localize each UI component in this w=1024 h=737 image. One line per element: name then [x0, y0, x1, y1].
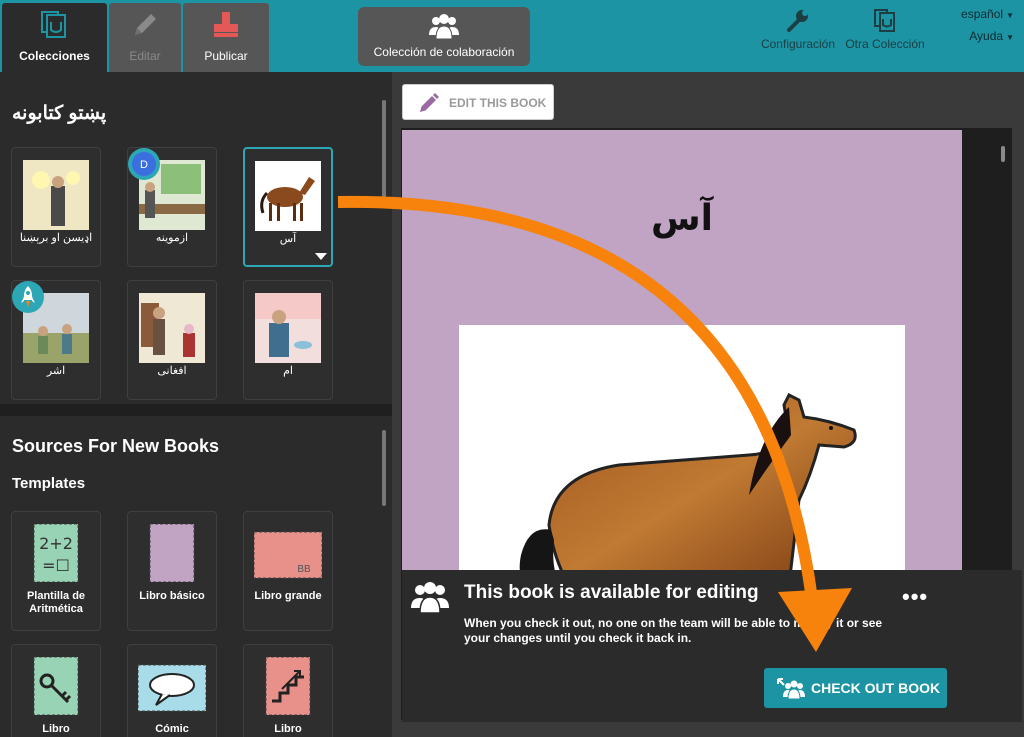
svg-text:BB: BB — [297, 564, 311, 575]
publish-icon — [214, 12, 238, 37]
collection-title: پښتو کتابونه — [12, 103, 107, 124]
check-out-book-button[interactable]: CHECK OUT BOOK — [764, 668, 947, 708]
collection-scrollbar[interactable] — [382, 100, 386, 200]
svg-text:=☐: =☐ — [42, 556, 70, 575]
rocket-icon — [12, 281, 44, 313]
book-thumbnail — [255, 161, 321, 231]
book-card[interactable]: افغانی — [127, 280, 217, 400]
book-card[interactable]: اډيسن او برېښنا — [11, 147, 101, 267]
checkout-title: This book is available for editing — [464, 582, 759, 603]
tab-publish-label: Publicar — [204, 49, 248, 63]
team-checkout-icon — [777, 678, 805, 699]
more-options-icon[interactable]: ••• — [902, 584, 928, 610]
book-cover-image — [459, 325, 905, 575]
book-menu-icon[interactable] — [315, 253, 327, 260]
template-card[interactable]: Libro básico — [127, 511, 217, 631]
collaboration-label: Colección de colaboración — [373, 45, 515, 59]
tab-edit[interactable]: Editar — [109, 3, 181, 72]
book-cover-page: آس — [402, 130, 962, 575]
checkout-description: When you check it out, no one on the tea… — [464, 616, 883, 645]
pencil-icon — [135, 14, 156, 35]
book-label: آس — [279, 233, 297, 245]
book-thumbnail — [23, 160, 89, 230]
checkout-panel: This book is available for editing When … — [402, 570, 1022, 722]
chevron-down-icon: ▼ — [1006, 33, 1014, 42]
pencil-icon — [420, 93, 439, 112]
pane-divider[interactable] — [0, 404, 392, 416]
template-card[interactable]: Libro — [243, 644, 333, 737]
preview-scrollbar[interactable] — [1001, 146, 1005, 162]
edit-this-book-button[interactable]: EDIT THIS BOOK — [402, 84, 554, 120]
settings-button[interactable]: Configuración — [758, 8, 838, 51]
chevron-down-icon: ▼ — [1006, 11, 1014, 20]
big-book-thumbnail: BB — [254, 531, 322, 579]
top-toolbar: Colecciones Editar Publicar Colección de… — [0, 0, 1024, 72]
help-menu[interactable]: Ayuda ▼ — [969, 29, 1014, 43]
book-label: اډيسن او برېښنا — [19, 232, 93, 244]
template-card[interactable]: BB Libro grande — [243, 511, 333, 631]
horse-illustration — [519, 392, 857, 575]
book-thumbnail — [139, 293, 205, 363]
book-label: افغانی — [157, 365, 187, 377]
svg-text:2+2: 2+2 — [39, 534, 73, 553]
check-out-book-label: CHECK OUT BOOK — [811, 680, 941, 696]
key-icon — [33, 657, 79, 715]
book-card-selected[interactable]: آس — [243, 147, 333, 267]
template-card[interactable]: 2+2 =☐ Plantilla de Aritmética — [11, 511, 101, 631]
template-card[interactable]: Cómic — [127, 644, 217, 737]
collaboration-collection-button[interactable]: Colección de colaboración — [358, 7, 530, 66]
book-preview-pane: EDIT THIS BOOK آس This book is available… — [392, 72, 1024, 737]
collections-icon — [40, 11, 66, 38]
template-label: Libro — [42, 723, 70, 735]
template-label: Plantilla de Aritmética — [26, 590, 86, 615]
book-label: ام — [283, 365, 293, 377]
wrench-icon — [787, 10, 808, 32]
tab-collections[interactable]: Colecciones — [2, 3, 107, 72]
team-icon — [411, 582, 449, 614]
team-icon — [429, 14, 459, 40]
collections-pane: پښتو کتابونه اډيسن او برېښنا ازموينه آس … — [0, 72, 392, 737]
language-label: español — [961, 7, 1004, 21]
templates-heading: Templates — [12, 475, 86, 492]
settings-label: Configuración — [760, 37, 836, 51]
bloom-app-window: Colecciones Editar Publicar Colección de… — [0, 0, 1024, 737]
other-collection-button[interactable]: Otra Colección — [844, 8, 926, 51]
tab-publish[interactable]: Publicar — [183, 3, 269, 72]
avatar-initial: D — [140, 159, 148, 171]
collections-icon — [874, 9, 895, 32]
book-thumbnail — [255, 293, 321, 363]
template-card[interactable]: Libro — [11, 644, 101, 737]
help-label: Ayuda — [969, 29, 1004, 43]
arithmetic-template-thumbnail: 2+2 =☐ — [33, 524, 79, 582]
edit-this-book-label: EDIT THIS BOOK — [449, 96, 547, 110]
book-label: ازموينه — [155, 232, 189, 244]
stairs-icon — [265, 657, 311, 715]
language-select[interactable]: español ▼ — [961, 7, 1014, 21]
tab-edit-label: Editar — [129, 49, 161, 63]
templates-scrollbar[interactable] — [382, 430, 386, 506]
book-cover-title: آس — [650, 198, 713, 239]
book-card[interactable]: ام — [243, 280, 333, 400]
template-label: Libro básico — [139, 590, 205, 602]
template-label: Libro grande — [254, 590, 322, 602]
tab-collections-label: Colecciones — [19, 49, 90, 63]
book-label: اشر — [46, 365, 66, 377]
template-label: Libro — [274, 723, 302, 735]
speech-bubble-icon — [138, 664, 206, 712]
sources-heading: Sources For New Books — [12, 436, 220, 456]
basic-book-thumbnail — [149, 524, 195, 582]
template-label: Cómic — [155, 723, 189, 735]
user-avatar-badge: D — [128, 148, 160, 180]
other-collection-label: Otra Colección — [845, 37, 925, 51]
